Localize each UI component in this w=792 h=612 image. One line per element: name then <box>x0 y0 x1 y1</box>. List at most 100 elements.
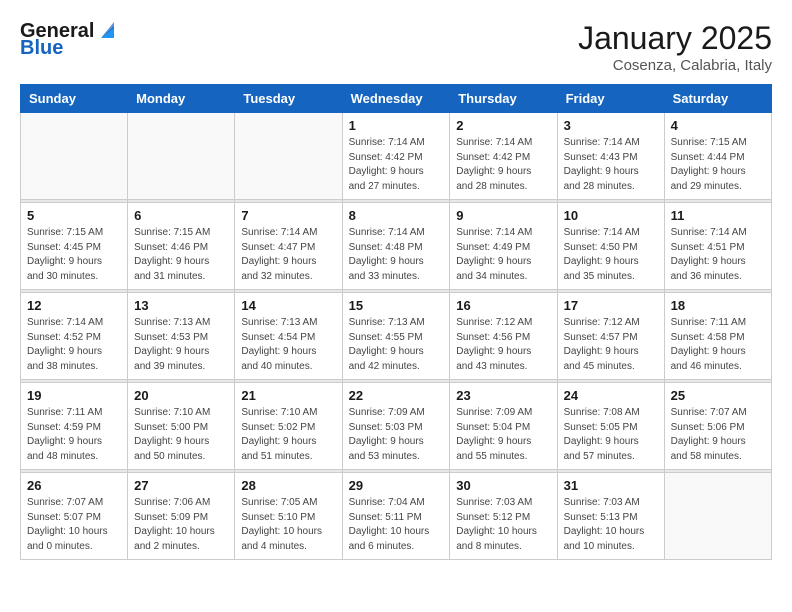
calendar-cell: 17 Sunrise: 7:12 AMSunset: 4:57 PMDayligh… <box>557 293 664 380</box>
calendar-cell: 4 Sunrise: 7:15 AMSunset: 4:44 PMDaylight… <box>664 113 771 200</box>
day-info: Sunrise: 7:06 AMSunset: 5:09 PMDaylight:… <box>134 496 228 554</box>
calendar-cell: 22 Sunrise: 7:09 AMSunset: 5:03 PMDayligh… <box>342 383 450 470</box>
day-number: 11 <box>671 208 765 223</box>
day-number: 21 <box>241 388 335 403</box>
day-number: 26 <box>27 478 121 493</box>
week-row-5: 26 Sunrise: 7:07 AMSunset: 5:07 PMDayligh… <box>21 473 772 560</box>
calendar-cell: 12Sunrise: 7:14 AMSunset: 4:52 PMDayligh… <box>21 293 128 380</box>
day-info: Sunrise: 7:14 AMSunset: 4:51 PMDaylight:… <box>671 226 765 284</box>
calendar-cell: 19Sunrise: 7:11 AMSunset: 4:59 PMDayligh… <box>21 383 128 470</box>
day-info: Sunrise: 7:15 AMSunset: 4:46 PMDaylight:… <box>134 226 228 284</box>
calendar-cell: 9 Sunrise: 7:14 AMSunset: 4:49 PMDaylight… <box>450 203 557 290</box>
calendar-cell <box>128 113 235 200</box>
day-number: 28 <box>241 478 335 493</box>
day-info: Sunrise: 7:05 AMSunset: 5:10 PMDaylight:… <box>241 496 335 554</box>
calendar-table: SundayMondayTuesdayWednesdayThursdayFrid… <box>20 84 772 560</box>
logo-blue-text: Blue <box>20 37 63 60</box>
calendar-cell: 1 Sunrise: 7:14 AMSunset: 4:42 PMDaylight… <box>342 113 450 200</box>
calendar-cell <box>664 473 771 560</box>
day-number: 5 <box>27 208 121 223</box>
week-row-3: 12Sunrise: 7:14 AMSunset: 4:52 PMDayligh… <box>21 293 772 380</box>
day-info: Sunrise: 7:14 AMSunset: 4:50 PMDaylight:… <box>564 226 658 284</box>
day-number: 18 <box>671 298 765 313</box>
day-info: Sunrise: 7:11 AMSunset: 4:58 PMDaylight:… <box>671 316 765 374</box>
day-info: Sunrise: 7:10 AMSunset: 5:00 PMDaylight:… <box>134 406 228 464</box>
day-number: 31 <box>564 478 658 493</box>
location-subtitle: Cosenza, Calabria, Italy <box>578 57 772 74</box>
calendar-cell: 7 Sunrise: 7:14 AMSunset: 4:47 PMDaylight… <box>235 203 342 290</box>
day-number: 17 <box>564 298 658 313</box>
day-number: 27 <box>134 478 228 493</box>
calendar-cell: 25 Sunrise: 7:07 AMSunset: 5:06 PMDayligh… <box>664 383 771 470</box>
day-info: Sunrise: 7:14 AMSunset: 4:42 PMDaylight:… <box>456 136 550 194</box>
calendar-cell: 30Sunrise: 7:03 AMSunset: 5:12 PMDayligh… <box>450 473 557 560</box>
calendar-cell: 10Sunrise: 7:14 AMSunset: 4:50 PMDayligh… <box>557 203 664 290</box>
day-number: 8 <box>349 208 444 223</box>
day-number: 20 <box>134 388 228 403</box>
day-info: Sunrise: 7:15 AMSunset: 4:44 PMDaylight:… <box>671 136 765 194</box>
weekday-header-monday: Monday <box>128 85 235 113</box>
weekday-header-wednesday: Wednesday <box>342 85 450 113</box>
day-info: Sunrise: 7:08 AMSunset: 5:05 PMDaylight:… <box>564 406 658 464</box>
calendar-cell: 29 Sunrise: 7:04 AMSunset: 5:11 PMDayligh… <box>342 473 450 560</box>
day-info: Sunrise: 7:03 AMSunset: 5:13 PMDaylight:… <box>564 496 658 554</box>
day-number: 14 <box>241 298 335 313</box>
day-number: 25 <box>671 388 765 403</box>
day-info: Sunrise: 7:12 AMSunset: 4:57 PMDaylight:… <box>564 316 658 374</box>
day-info: Sunrise: 7:09 AMSunset: 5:03 PMDaylight:… <box>349 406 444 464</box>
calendar-cell: 14 Sunrise: 7:13 AMSunset: 4:54 PMDayligh… <box>235 293 342 380</box>
day-info: Sunrise: 7:10 AMSunset: 5:02 PMDaylight:… <box>241 406 335 464</box>
day-number: 6 <box>134 208 228 223</box>
calendar-cell: 28 Sunrise: 7:05 AMSunset: 5:10 PMDayligh… <box>235 473 342 560</box>
day-number: 1 <box>349 118 444 133</box>
week-row-1: 1 Sunrise: 7:14 AMSunset: 4:42 PMDaylight… <box>21 113 772 200</box>
day-number: 22 <box>349 388 444 403</box>
day-info: Sunrise: 7:14 AMSunset: 4:47 PMDaylight:… <box>241 226 335 284</box>
day-number: 23 <box>456 388 550 403</box>
day-number: 7 <box>241 208 335 223</box>
day-number: 9 <box>456 208 550 223</box>
week-row-4: 19Sunrise: 7:11 AMSunset: 4:59 PMDayligh… <box>21 383 772 470</box>
day-info: Sunrise: 7:14 AMSunset: 4:43 PMDaylight:… <box>564 136 658 194</box>
month-title: January 2025 <box>578 20 772 57</box>
weekday-header-friday: Friday <box>557 85 664 113</box>
calendar-cell: 26 Sunrise: 7:07 AMSunset: 5:07 PMDayligh… <box>21 473 128 560</box>
day-number: 19 <box>27 388 121 403</box>
day-info: Sunrise: 7:07 AMSunset: 5:06 PMDaylight:… <box>671 406 765 464</box>
weekday-header-saturday: Saturday <box>664 85 771 113</box>
calendar-cell <box>235 113 342 200</box>
day-number: 4 <box>671 118 765 133</box>
calendar-cell: 2Sunrise: 7:14 AMSunset: 4:42 PMDaylight… <box>450 113 557 200</box>
day-info: Sunrise: 7:13 AMSunset: 4:54 PMDaylight:… <box>241 316 335 374</box>
day-info: Sunrise: 7:14 AMSunset: 4:52 PMDaylight:… <box>27 316 121 374</box>
calendar-cell: 20 Sunrise: 7:10 AMSunset: 5:00 PMDayligh… <box>128 383 235 470</box>
day-info: Sunrise: 7:07 AMSunset: 5:07 PMDaylight:… <box>27 496 121 554</box>
weekday-header-sunday: Sunday <box>21 85 128 113</box>
day-info: Sunrise: 7:14 AMSunset: 4:49 PMDaylight:… <box>456 226 550 284</box>
calendar-cell: 5Sunrise: 7:15 AMSunset: 4:45 PMDaylight… <box>21 203 128 290</box>
day-info: Sunrise: 7:14 AMSunset: 4:48 PMDaylight:… <box>349 226 444 284</box>
day-info: Sunrise: 7:04 AMSunset: 5:11 PMDaylight:… <box>349 496 444 554</box>
calendar-cell: 23Sunrise: 7:09 AMSunset: 5:04 PMDayligh… <box>450 383 557 470</box>
day-number: 3 <box>564 118 658 133</box>
day-number: 29 <box>349 478 444 493</box>
calendar-cell: 3 Sunrise: 7:14 AMSunset: 4:43 PMDaylight… <box>557 113 664 200</box>
day-info: Sunrise: 7:13 AMSunset: 4:55 PMDaylight:… <box>349 316 444 374</box>
day-number: 16 <box>456 298 550 313</box>
calendar-cell: 18 Sunrise: 7:11 AMSunset: 4:58 PMDayligh… <box>664 293 771 380</box>
title-block: January 2025 Cosenza, Calabria, Italy <box>578 20 772 74</box>
day-info: Sunrise: 7:12 AMSunset: 4:56 PMDaylight:… <box>456 316 550 374</box>
day-number: 13 <box>134 298 228 313</box>
day-info: Sunrise: 7:14 AMSunset: 4:42 PMDaylight:… <box>349 136 444 194</box>
day-number: 24 <box>564 388 658 403</box>
calendar-cell: 13 Sunrise: 7:13 AMSunset: 4:53 PMDayligh… <box>128 293 235 380</box>
calendar-cell: 8 Sunrise: 7:14 AMSunset: 4:48 PMDaylight… <box>342 203 450 290</box>
calendar-cell: 21 Sunrise: 7:10 AMSunset: 5:02 PMDayligh… <box>235 383 342 470</box>
weekday-header-thursday: Thursday <box>450 85 557 113</box>
logo-icon <box>96 20 114 38</box>
day-info: Sunrise: 7:13 AMSunset: 4:53 PMDaylight:… <box>134 316 228 374</box>
weekday-header-tuesday: Tuesday <box>235 85 342 113</box>
calendar-cell: 24 Sunrise: 7:08 AMSunset: 5:05 PMDayligh… <box>557 383 664 470</box>
day-number: 15 <box>349 298 444 313</box>
week-row-2: 5Sunrise: 7:15 AMSunset: 4:45 PMDaylight… <box>21 203 772 290</box>
